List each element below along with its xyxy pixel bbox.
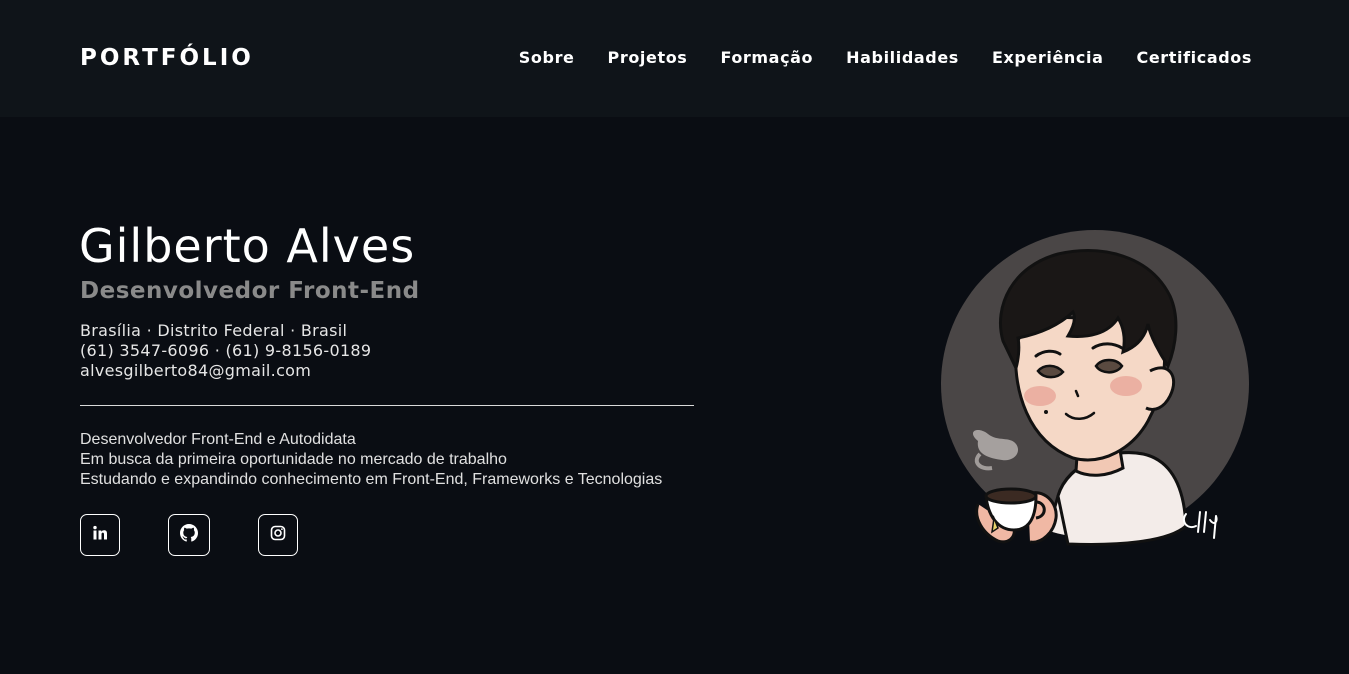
bio-text: Desenvolvedor Front-End e Autodidata Em … bbox=[80, 430, 662, 490]
nav-link-experiencia[interactable]: Experiência bbox=[992, 47, 1104, 69]
instagram-button[interactable] bbox=[258, 514, 298, 556]
brand-logo[interactable]: PORTFÓLIO bbox=[80, 44, 254, 72]
github-button[interactable] bbox=[168, 514, 210, 556]
main-nav: Sobre Projetos Formação Habilidades Expe… bbox=[519, 47, 1252, 69]
linkedin-button[interactable] bbox=[80, 514, 120, 556]
nav-link-sobre[interactable]: Sobre bbox=[519, 47, 575, 69]
contact-info: Brasília · Distrito Federal · Brasil (61… bbox=[80, 321, 371, 381]
profile-name: Gilberto Alves bbox=[79, 219, 416, 273]
location-text: Brasília · Distrito Federal · Brasil bbox=[80, 321, 348, 340]
instagram-icon bbox=[270, 525, 286, 545]
nav-link-habilidades[interactable]: Habilidades bbox=[846, 47, 959, 69]
email-text: alvesgilberto84@gmail.com bbox=[80, 361, 312, 380]
linkedin-icon bbox=[92, 525, 108, 545]
bio-line: Estudando e expandindo conhecimento em F… bbox=[80, 471, 663, 488]
nav-link-formacao[interactable]: Formação bbox=[720, 47, 813, 69]
top-nav-bar: PORTFÓLIO Sobre Projetos Formação Habili… bbox=[0, 0, 1349, 117]
section-divider bbox=[80, 405, 694, 406]
github-icon bbox=[180, 524, 198, 546]
nav-link-projetos[interactable]: Projetos bbox=[608, 47, 688, 69]
avatar-illustration bbox=[918, 226, 1258, 566]
profile-role: Desenvolvedor Front-End bbox=[80, 278, 420, 304]
phone-text: (61) 3547-6096 · (61) 9-8156-0189 bbox=[80, 341, 372, 360]
bio-line: Em busca da primeira oportunidade no mer… bbox=[80, 451, 507, 468]
nav-link-certificados[interactable]: Certificados bbox=[1136, 47, 1252, 69]
bio-line: Desenvolvedor Front-End e Autodidata bbox=[80, 431, 356, 448]
